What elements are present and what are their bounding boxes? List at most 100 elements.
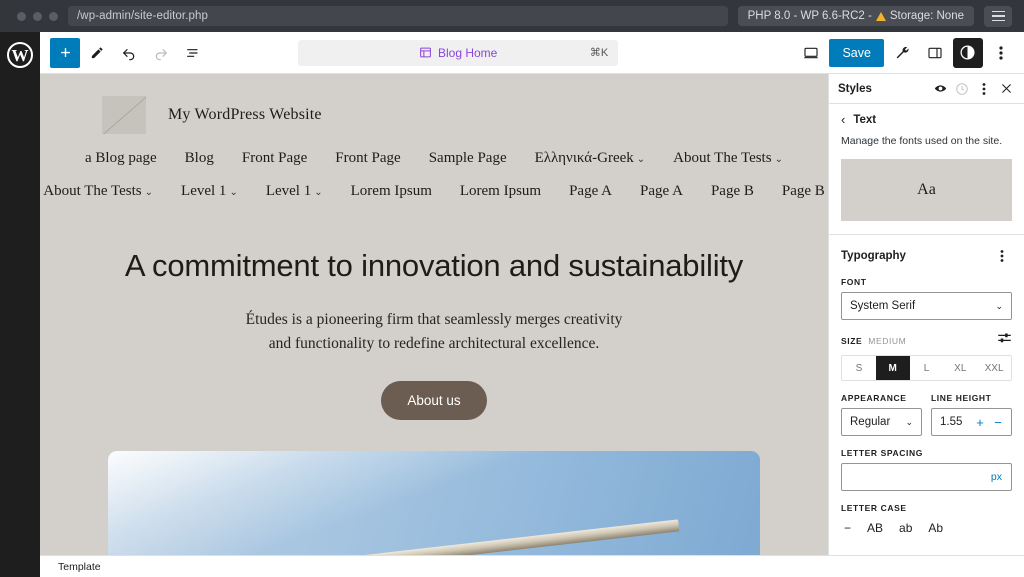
nav-item[interactable]: Front Page bbox=[242, 150, 307, 167]
sidebar-toggle-icon[interactable] bbox=[920, 38, 950, 68]
command-center-bar[interactable]: Blog Home ⌘K bbox=[298, 39, 619, 66]
wordpress-logo-icon[interactable]: W bbox=[7, 42, 33, 68]
nav-item[interactable]: About The Tests ⌄ bbox=[673, 150, 783, 167]
warning-triangle-icon bbox=[875, 11, 886, 21]
nav-item-label: Sample Page bbox=[428, 150, 507, 166]
site-header: My WordPress Website a Blog page Blog Fr… bbox=[40, 74, 828, 200]
site-logo-placeholder-icon[interactable] bbox=[102, 96, 146, 134]
letter-spacing-field: LETTER SPACING px bbox=[841, 448, 1012, 492]
settings-wrench-icon[interactable] bbox=[887, 38, 917, 68]
close-icon[interactable] bbox=[996, 79, 1016, 99]
chevron-down-icon: ⌄ bbox=[636, 154, 646, 165]
plus-icon[interactable] bbox=[50, 37, 80, 68]
nav-item-label: a Blog page bbox=[85, 150, 157, 166]
hero-heading[interactable]: A commitment to innovation and sustainab… bbox=[56, 246, 812, 286]
undo-icon[interactable] bbox=[114, 38, 144, 68]
letter-spacing-input[interactable]: px bbox=[841, 463, 1012, 492]
size-option-l[interactable]: L bbox=[909, 356, 944, 381]
typography-preview[interactable]: Aa bbox=[841, 159, 1012, 222]
styles-contrast-icon[interactable] bbox=[952, 37, 983, 68]
size-value-text: MEDIUM bbox=[868, 336, 907, 347]
about-us-button[interactable]: About us bbox=[381, 381, 487, 421]
style-book-eye-icon[interactable] bbox=[930, 79, 950, 99]
save-button[interactable]: Save bbox=[829, 38, 884, 67]
size-option-xxl[interactable]: XXL bbox=[977, 356, 1011, 381]
nav-item-label: Page A bbox=[640, 183, 683, 199]
nav-item[interactable]: Ελληνικά-Greek ⌄ bbox=[535, 150, 646, 167]
nav-item[interactable]: Page A bbox=[640, 183, 683, 200]
letter-case-none[interactable]: − bbox=[844, 521, 851, 535]
current-template-name: Blog Home bbox=[437, 45, 498, 60]
site-title[interactable]: My WordPress Website bbox=[168, 106, 322, 124]
line-height-label: LINE HEIGHT bbox=[931, 393, 992, 404]
chevron-down-icon: ⌄ bbox=[144, 187, 154, 198]
size-option-m[interactable]: M bbox=[875, 356, 910, 381]
nav-item[interactable]: Lorem Ipsum bbox=[351, 183, 432, 200]
list-view-icon[interactable] bbox=[178, 38, 208, 68]
minimize-window-dot[interactable] bbox=[33, 11, 42, 21]
navigation-row-2: About The Tests ⌄ Level 1 ⌄ Level 1 ⌄ Lorem… bbox=[43, 183, 825, 200]
appearance-select[interactable]: Regular ⌄ bbox=[841, 408, 922, 437]
size-label-text: SIZE bbox=[841, 336, 863, 347]
nav-item[interactable]: Level 1 ⌄ bbox=[266, 183, 323, 200]
nav-item[interactable]: Level 1 ⌄ bbox=[181, 183, 238, 200]
styles-back-navigation[interactable]: ‹ Text bbox=[829, 104, 1024, 130]
more-options-icon[interactable] bbox=[974, 79, 994, 99]
browser-chrome: /wp-admin/site-editor.php PHP 8.0 - WP 6… bbox=[0, 0, 1024, 32]
site-branding[interactable]: My WordPress Website bbox=[40, 96, 828, 134]
address-bar[interactable]: /wp-admin/site-editor.php bbox=[68, 6, 728, 26]
appearance-lineheight-row: APPEARANCE Regular ⌄ LINE HEIGHT 1.55 + bbox=[841, 393, 1012, 437]
command-shortcut-label: ⌘K bbox=[589, 47, 609, 59]
letter-case-options[interactable]: − AB ab Ab bbox=[841, 521, 1012, 535]
nav-item-label: Blog bbox=[184, 150, 214, 166]
font-family-select[interactable]: System Serif ⌄ bbox=[841, 292, 1012, 321]
size-option-xl[interactable]: XL bbox=[943, 356, 978, 381]
nav-item[interactable]: Front Page bbox=[335, 150, 400, 167]
custom-size-sliders-icon[interactable] bbox=[997, 332, 1012, 350]
hamburger-icon[interactable] bbox=[984, 5, 1012, 27]
letter-case-lowercase[interactable]: ab bbox=[899, 521, 912, 535]
more-options-icon[interactable] bbox=[986, 38, 1016, 68]
letter-case-uppercase[interactable]: AB bbox=[867, 521, 883, 535]
redo-icon[interactable] bbox=[146, 38, 176, 68]
font-field-label: FONT bbox=[841, 277, 867, 288]
nav-item[interactable]: Blog bbox=[185, 150, 214, 167]
size-option-s[interactable]: S bbox=[842, 356, 876, 381]
nav-item[interactable]: About The Tests ⌄ bbox=[43, 183, 153, 200]
nav-item-label: Page B bbox=[710, 183, 754, 199]
nav-item-label: Level 1 bbox=[265, 183, 312, 199]
desktop-preview-icon[interactable] bbox=[796, 38, 826, 68]
letter-spacing-label: LETTER SPACING bbox=[841, 448, 923, 459]
more-options-icon[interactable] bbox=[992, 246, 1012, 266]
nav-item[interactable]: Page B bbox=[711, 183, 754, 200]
environment-status-chip[interactable]: PHP 8.0 - WP 6.6-RC2 - Storage: None bbox=[737, 6, 974, 26]
letter-case-capitalize[interactable]: Ab bbox=[928, 521, 943, 535]
close-window-dot[interactable] bbox=[17, 11, 26, 21]
line-height-value[interactable]: 1.55 bbox=[940, 416, 970, 428]
building-roof-shape bbox=[276, 519, 680, 555]
site-preview-canvas[interactable]: My WordPress Website a Blog page Blog Fr… bbox=[40, 74, 828, 555]
maximize-window-dot[interactable] bbox=[49, 11, 58, 21]
letter-case-field: LETTER CASE − AB ab Ab bbox=[841, 503, 1012, 535]
revisions-clock-icon[interactable] bbox=[952, 79, 972, 99]
font-size-segmented-control[interactable]: S M L XL XXL bbox=[841, 355, 1012, 382]
nav-item[interactable]: Sample Page bbox=[429, 150, 507, 167]
navigation-row-1: a Blog page Blog Front Page Front Page S… bbox=[80, 150, 788, 167]
nav-item[interactable]: Page B bbox=[782, 183, 825, 200]
site-navigation: a Blog page Blog Front Page Front Page S… bbox=[40, 134, 828, 200]
letter-spacing-unit: px bbox=[990, 471, 1002, 484]
nav-item[interactable]: Page A bbox=[569, 183, 612, 200]
nav-item[interactable]: Lorem Ipsum bbox=[460, 183, 541, 200]
nav-item-label: Level 1 bbox=[181, 183, 227, 199]
nav-item-label: About The Tests bbox=[43, 183, 142, 199]
document-type-label: Template bbox=[58, 560, 101, 573]
styles-panel-header: Styles bbox=[829, 74, 1024, 104]
chevron-down-icon: ⌄ bbox=[229, 187, 238, 198]
edit-pencil-icon[interactable] bbox=[82, 38, 112, 68]
increment-button[interactable]: + bbox=[972, 415, 988, 430]
nav-item[interactable]: a Blog page bbox=[85, 150, 157, 167]
hero-image[interactable] bbox=[108, 451, 760, 555]
hero-paragraph[interactable]: Études is a pioneering firm that seamles… bbox=[234, 308, 634, 358]
decrement-button[interactable]: − bbox=[990, 415, 1006, 430]
line-height-stepper[interactable]: 1.55 + − bbox=[931, 408, 1012, 437]
